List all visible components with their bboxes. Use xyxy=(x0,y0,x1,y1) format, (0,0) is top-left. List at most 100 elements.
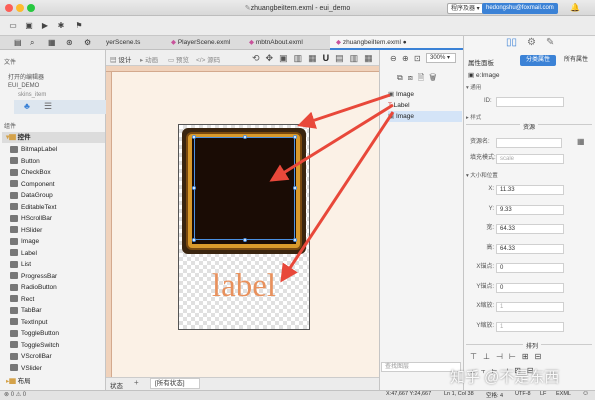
component-item[interactable]: RadioButton xyxy=(10,282,57,294)
status-encoding[interactable]: UTF-8 xyxy=(515,391,531,397)
gear-icon[interactable]: ⚙ xyxy=(527,37,536,48)
skins-item-folder[interactable]: skins_item xyxy=(18,92,46,98)
runtime-select[interactable]: 程序及器 ▾ xyxy=(447,3,484,14)
component-item[interactable]: VScrollBar xyxy=(10,351,52,363)
resize-handle-t[interactable] xyxy=(243,135,247,139)
tab-category-props[interactable]: 分类属性 xyxy=(520,55,556,66)
run-icon[interactable]: ▶ xyxy=(40,21,50,31)
id-label: ID: xyxy=(484,98,492,104)
component-item[interactable]: Component xyxy=(10,179,55,191)
tab-playerscene-ts[interactable]: yerScene.ts xyxy=(100,36,146,50)
prop-input[interactable]: 64.33 xyxy=(496,224,564,234)
component-item[interactable]: Button xyxy=(10,156,40,168)
design-mode-button[interactable]: ▤ 设计 xyxy=(110,54,131,64)
tree-view-icon[interactable]: ♣ xyxy=(24,101,30,111)
layer-item[interactable]: T Label xyxy=(388,100,462,111)
fill-select[interactable]: scale xyxy=(496,154,564,164)
prop-input[interactable]: 9.33 xyxy=(496,204,564,215)
prop-input[interactable]: 0 xyxy=(496,282,564,293)
layer-item[interactable]: ▣ Image xyxy=(388,111,462,122)
prop-input[interactable]: 64.33 xyxy=(496,243,564,254)
source-input[interactable] xyxy=(496,138,562,148)
align-tools[interactable]: ⟲✥▣▥▦U▤▥▦▧ xyxy=(252,53,393,64)
bell-icon[interactable]: 🔔 xyxy=(570,3,580,12)
size-section[interactable]: ▾ 大小和位置 xyxy=(466,171,498,179)
component-item[interactable]: HScrollBar xyxy=(10,213,52,225)
style-section[interactable]: ▸ 样式 xyxy=(466,113,481,121)
zoom-in-icon[interactable]: ⊕ xyxy=(402,54,409,63)
resize-handle-b[interactable] xyxy=(243,238,247,242)
preview-mode-button[interactable]: ▭ 预览 xyxy=(168,54,189,64)
source-mode-button[interactable]: </> 源码 xyxy=(196,54,220,64)
tab-mbtnabout[interactable]: ◆ mbtnAbout.exml xyxy=(243,36,309,50)
resize-handle-l[interactable] xyxy=(192,186,196,190)
explorer-icon[interactable]: ▤ xyxy=(14,38,22,47)
settings-icon[interactable]: ⚙ xyxy=(84,38,91,47)
status-lang[interactable]: EXML xyxy=(556,391,571,397)
component-item[interactable]: TextInput xyxy=(10,317,47,329)
component-item[interactable]: ToggleButton xyxy=(10,328,59,340)
tab-zhuangbeiitem[interactable]: ◆ zhuangbeiItem.exml ● xyxy=(330,36,463,50)
component-item[interactable]: List xyxy=(10,259,31,271)
component-item[interactable]: ProgressBar xyxy=(10,271,57,283)
component-item[interactable]: ToggleSwitch xyxy=(10,340,59,352)
selection-box[interactable] xyxy=(194,137,295,240)
component-item[interactable]: VSlider xyxy=(10,363,42,375)
prop-input[interactable]: 1 xyxy=(496,321,564,332)
resize-handle-tr[interactable] xyxy=(293,135,297,139)
resize-handle-br[interactable] xyxy=(293,238,297,242)
layout-group-label[interactable]: ▸▇ 布局 xyxy=(6,376,31,388)
fit-icon[interactable]: ⊡ xyxy=(414,54,421,63)
tab-all-props[interactable]: 所有属性 xyxy=(558,55,594,66)
status-icons[interactable]: ⊗ 0 ⚠ 0 xyxy=(4,391,26,398)
list-view-icon[interactable]: ☰ xyxy=(44,101,52,112)
save-icon[interactable]: ▣ xyxy=(24,21,34,31)
prop-input[interactable]: 1 xyxy=(496,302,564,312)
smiley-icon[interactable]: ☺ xyxy=(582,390,589,397)
state-bar xyxy=(106,377,379,390)
component-item[interactable]: TabBar xyxy=(10,305,42,317)
user-account[interactable]: hedongshu@foxmail.com xyxy=(482,3,558,14)
layer-search-input[interactable]: 查找图层 xyxy=(381,362,461,372)
status-spaces[interactable]: 空格: 4 xyxy=(486,391,503,399)
component-item[interactable]: CheckBox xyxy=(10,167,51,179)
common-section[interactable]: ▾ 通用 xyxy=(466,83,481,91)
component-item[interactable]: HSlider xyxy=(10,225,42,237)
properties-icon[interactable]: ▯▯ xyxy=(506,37,517,48)
component-item[interactable]: Label xyxy=(10,248,37,260)
extensions-icon[interactable]: ▦ xyxy=(48,38,56,47)
layer-tools[interactable]: ⧉⧇🗎🗑 xyxy=(397,72,441,86)
status-eol[interactable]: LF xyxy=(540,391,546,397)
debug-icon[interactable]: ✱ xyxy=(56,21,66,31)
brush-icon[interactable]: ✎ xyxy=(546,37,554,48)
all-states-tab[interactable]: [所有状态] xyxy=(150,378,200,389)
resize-handle-bl[interactable] xyxy=(192,238,196,242)
component-item[interactable]: BitmapLabel xyxy=(10,144,57,156)
resize-handle-tl[interactable] xyxy=(192,135,196,139)
stage-label[interactable]: label xyxy=(180,268,308,305)
prop-label: X缩放: xyxy=(476,303,494,309)
component-item[interactable]: EditableText xyxy=(10,202,56,214)
component-item[interactable]: Rect xyxy=(10,294,34,306)
add-state-icon[interactable]: + xyxy=(134,378,139,387)
project-folder[interactable]: EUI_DEMO xyxy=(8,83,39,89)
animation-mode-button[interactable]: ▸ 动画 xyxy=(140,54,158,64)
git-icon[interactable]: ⊛ xyxy=(66,38,73,47)
open-editors[interactable]: 打开的编辑器 xyxy=(8,72,44,81)
layer-item[interactable]: ▣ Image xyxy=(388,89,462,100)
component-item[interactable]: DataGroup xyxy=(10,190,53,202)
component-item[interactable]: Image xyxy=(10,236,39,248)
prop-input[interactable]: 11.33 xyxy=(496,185,564,195)
new-file-icon[interactable]: ▭ xyxy=(8,21,18,31)
align-buttons-row1[interactable]: ⊤⊥⊣⊢⊞⊟ xyxy=(470,352,547,361)
search-icon[interactable]: ⌕ xyxy=(30,38,34,48)
zoom-out-icon[interactable]: ⊖ xyxy=(390,54,397,63)
prop-input[interactable]: 0 xyxy=(496,263,564,273)
publish-icon[interactable]: ⚑ xyxy=(74,21,84,31)
grid-icon[interactable]: ▦ xyxy=(577,137,585,146)
zoom-select[interactable]: 300% ▾ xyxy=(426,53,456,63)
status-line-col[interactable]: Ln 1, Col 38 xyxy=(444,391,474,397)
id-input[interactable] xyxy=(496,97,564,107)
tab-playerscene-exml[interactable]: ◆ PlayerScene.exml xyxy=(165,36,236,50)
resize-handle-r[interactable] xyxy=(293,186,297,190)
